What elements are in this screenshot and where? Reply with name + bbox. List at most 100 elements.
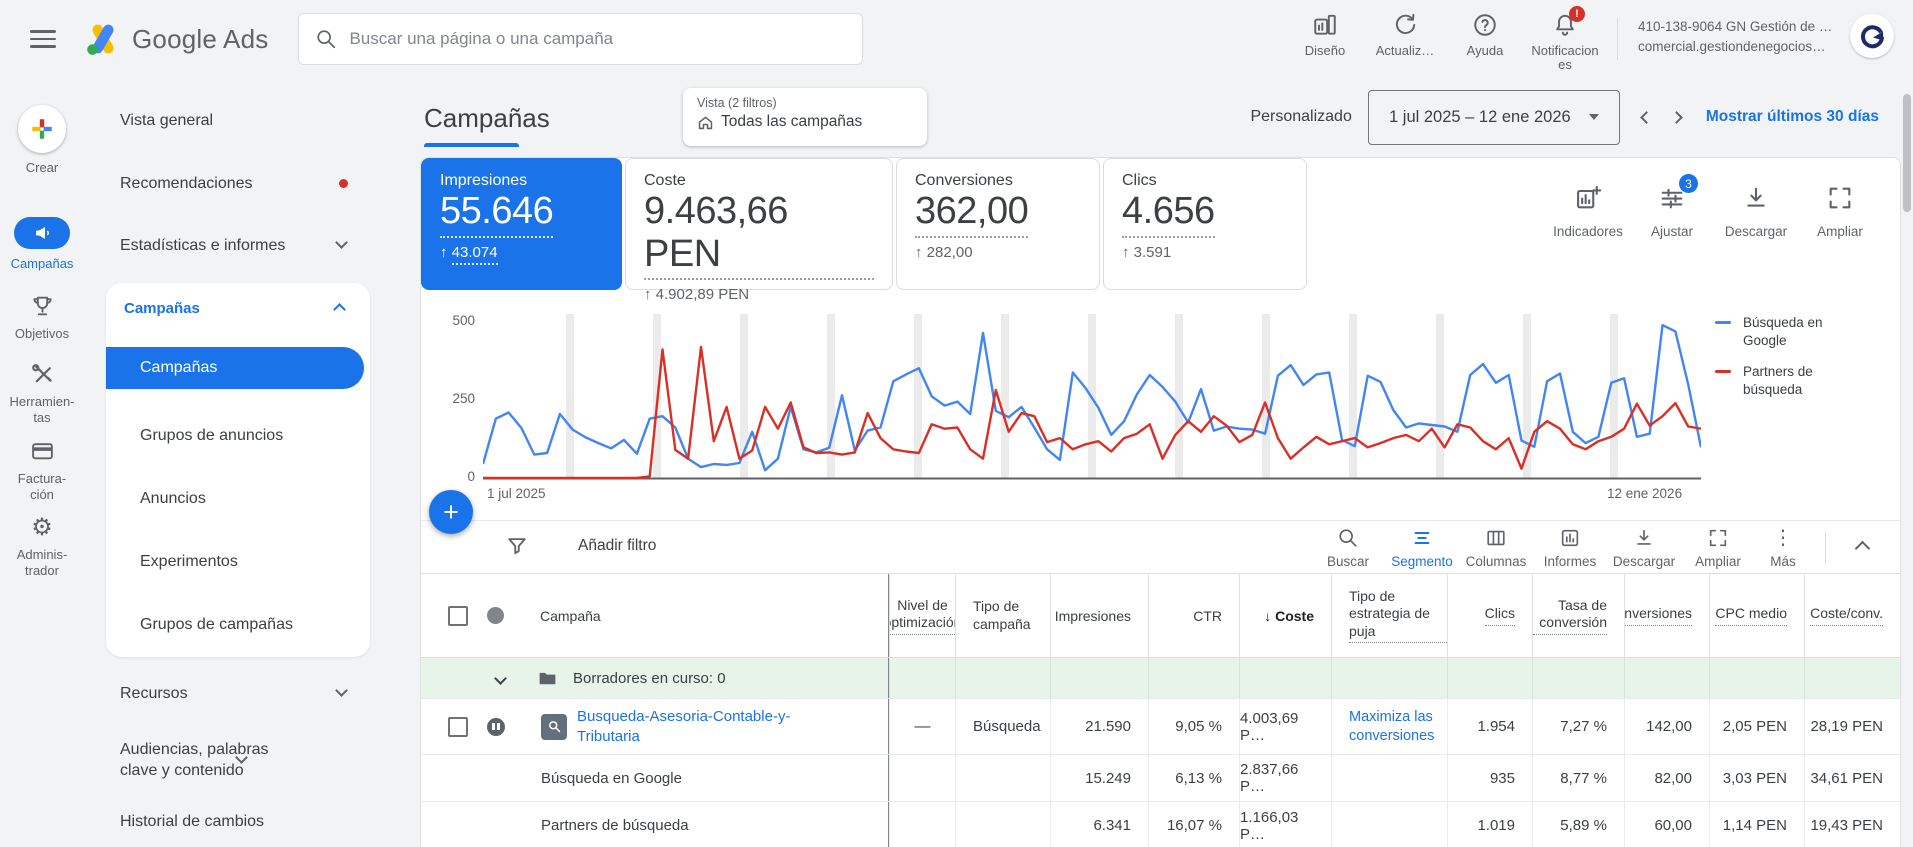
chevron-down-icon[interactable] (494, 672, 507, 685)
header-estrategia[interactable]: Tipo de estrategia de puja (1331, 574, 1447, 657)
global-search[interactable] (298, 13, 863, 65)
header-campana-label[interactable]: Campaña (540, 608, 601, 624)
menu-icon[interactable] (30, 30, 56, 48)
reports-button[interactable]: Informes (1533, 527, 1607, 569)
download-icon (1742, 184, 1770, 212)
columns-button[interactable]: Columnas (1459, 527, 1533, 569)
header-nivel[interactable]: Nivel de optimización (889, 574, 955, 657)
avatar[interactable] (1850, 14, 1894, 58)
search-icon (315, 28, 337, 50)
sidebar-item-experimentos[interactable]: Experimentos (140, 553, 238, 571)
expand-table-button[interactable]: Ampliar (1681, 527, 1755, 569)
notifications-button[interactable]: ! Notificacion es (1525, 12, 1605, 73)
cell-conversiones: 142,00 (1624, 699, 1709, 754)
download-button[interactable]: Descargar (1714, 184, 1798, 239)
legend-entry-busqueda-google[interactable]: Búsqueda en Google (1715, 314, 1839, 349)
header-impresiones[interactable]: Impresiones (1050, 574, 1148, 657)
scrollbar-thumb[interactable] (1903, 94, 1911, 212)
tasa-value: 8,77 % (1560, 770, 1607, 787)
header-tasa[interactable]: Tasa de conversión (1532, 574, 1624, 657)
refresh-button[interactable]: Actualiz… (1365, 12, 1445, 73)
show-last-30-days-link[interactable]: Mostrar últimos 30 días (1706, 108, 1879, 126)
select-all-checkbox[interactable] (448, 606, 468, 626)
rail-item-campanas[interactable]: Campañas (0, 217, 84, 272)
sidebar-item-recursos[interactable]: Recursos (120, 683, 410, 704)
campaign-name-link[interactable]: Busqueda-Asesoria-Contable-y-Tributaria (577, 707, 802, 746)
sidebar-item-grupos-campanas[interactable]: Grupos de campañas (140, 616, 293, 634)
more-button[interactable]: ⋮ Más (1755, 527, 1811, 569)
rail-item-crear[interactable]: Crear (0, 105, 84, 176)
legend-entry-partners[interactable]: Partners de búsqueda (1715, 363, 1839, 398)
rail-item-herramientas[interactable]: Herramien- tas (0, 362, 84, 426)
delta-value: 43.074 (452, 244, 498, 265)
download-label: Descargar (1613, 554, 1675, 569)
account-id: 410-138-9064 GN Gestión de … (1638, 17, 1843, 37)
scorecard-conversiones[interactable]: Conversiones 362,00 ↑ 282,00 (896, 158, 1100, 290)
search-input[interactable] (349, 29, 846, 49)
scorecard-delta: ↑ 43.074 (440, 244, 603, 261)
segment-name: Búsqueda en Google (541, 770, 682, 787)
cell-coste: 4.003,69 P… (1239, 699, 1331, 754)
paused-status-icon[interactable] (487, 718, 505, 736)
account-info[interactable]: 410-138-9064 GN Gestión de … comercial.g… (1638, 17, 1843, 56)
sidebar-item-audiencias[interactable]: Audiencias, palabras clave y contenido (120, 739, 310, 781)
adjust-button[interactable]: 3 Ajustar (1630, 184, 1714, 239)
scorecard-coste[interactable]: Coste 9.463,66 PEN ↑ 4.902,89 PEN (625, 158, 893, 290)
header-cpc[interactable]: CPC medio (1709, 574, 1804, 657)
date-range-picker[interactable]: 1 jul 2025 – 12 ene 2026 (1368, 90, 1620, 145)
header-conversiones[interactable]: Conversiones (1624, 574, 1709, 657)
chevron-up-icon (333, 303, 346, 316)
cell-ctr: 9,05 % (1148, 699, 1239, 754)
add-filter-button[interactable]: Añadir filtro (506, 535, 656, 557)
sidebar-item-grupos-anuncios[interactable]: Grupos de anuncios (140, 427, 283, 445)
header-ctr[interactable]: CTR (1148, 574, 1239, 657)
ctr-value: 16,07 % (1167, 817, 1222, 834)
scorecard-impresiones[interactable]: Impresiones 55.646 ↑ 43.074 (421, 158, 622, 290)
expand-button[interactable]: Ampliar (1798, 184, 1882, 239)
google-ads-logo: Google Ads (84, 22, 268, 56)
header-coste[interactable]: ↓ Coste (1239, 574, 1331, 657)
sidebar-item-vista-general[interactable]: Vista general (120, 110, 410, 131)
campaign-row[interactable]: Busqueda-Asesoria-Contable-y-Tributaria … (421, 699, 1900, 755)
legend-swatch-blue (1715, 321, 1731, 324)
bid-strategy-link[interactable]: Maximiza las conversiones (1349, 708, 1447, 746)
design-button[interactable]: Diseño (1285, 12, 1365, 73)
cell-ctr: 16,07 % (1148, 802, 1239, 847)
header-tipo-label: Tipo de campaña (973, 598, 1050, 633)
segment-button[interactable]: Segmento (1385, 527, 1459, 569)
sidebar-item-campanas-selected[interactable]: Campañas (106, 347, 364, 389)
status-dot-icon[interactable] (487, 607, 504, 624)
drafts-row[interactable]: Borradores en curso: 0 (421, 658, 1900, 699)
date-next-button[interactable] (1662, 102, 1692, 132)
subnav-header-campanas[interactable]: Campañas (124, 300, 200, 317)
search-table-button[interactable]: Buscar (1311, 527, 1385, 569)
scorecard-clics[interactable]: Clics 4.656 ↑ 3.591 (1103, 158, 1307, 290)
ytick-250: 250 (435, 391, 475, 406)
view-filter-chip[interactable]: Vista (2 filtros) Todas las campañas (683, 88, 927, 146)
scorecard-value: 362,00 (915, 190, 1028, 238)
vertical-scrollbar[interactable] (1901, 78, 1913, 847)
sidebar-item-anuncios[interactable]: Anuncios (140, 490, 206, 508)
segment-name-cell: Búsqueda en Google (421, 755, 889, 801)
sidebar-item-historial[interactable]: Historial de cambios (120, 811, 410, 832)
add-campaign-fab[interactable]: + (429, 490, 473, 534)
header-coste-conv[interactable]: Coste/conv. (1804, 574, 1900, 657)
download-table-button[interactable]: Descargar (1607, 527, 1681, 569)
date-prev-button[interactable] (1632, 102, 1662, 132)
search-campaign-type-icon (541, 714, 567, 740)
header-clics[interactable]: Clics (1447, 574, 1532, 657)
header-tipo[interactable]: Tipo de campaña (955, 574, 1050, 657)
sidebar-item-recomendaciones[interactable]: Recomendaciones (120, 173, 410, 194)
rail-item-objetivos[interactable]: Objetivos (0, 294, 84, 342)
collapse-table-button[interactable] (1840, 526, 1884, 570)
indicators-button[interactable]: Indicadores (1546, 184, 1630, 239)
campaign-chart[interactable] (483, 314, 1701, 480)
row-checkbox[interactable] (448, 717, 468, 737)
rail-item-administrador[interactable]: ⚙ Adminis- trador (0, 516, 84, 579)
sidebar-item-estadisticas[interactable]: Estadísticas e informes (120, 235, 410, 256)
help-button[interactable]: Ayuda (1445, 12, 1525, 73)
coste-value: 4.003,69 P… (1240, 710, 1314, 744)
cell-clics: 1.954 (1447, 699, 1532, 754)
date-controls: Personalizado 1 jul 2025 – 12 ene 2026 M… (1250, 88, 1879, 146)
rail-item-facturacion[interactable]: Factura- ción (0, 439, 84, 503)
